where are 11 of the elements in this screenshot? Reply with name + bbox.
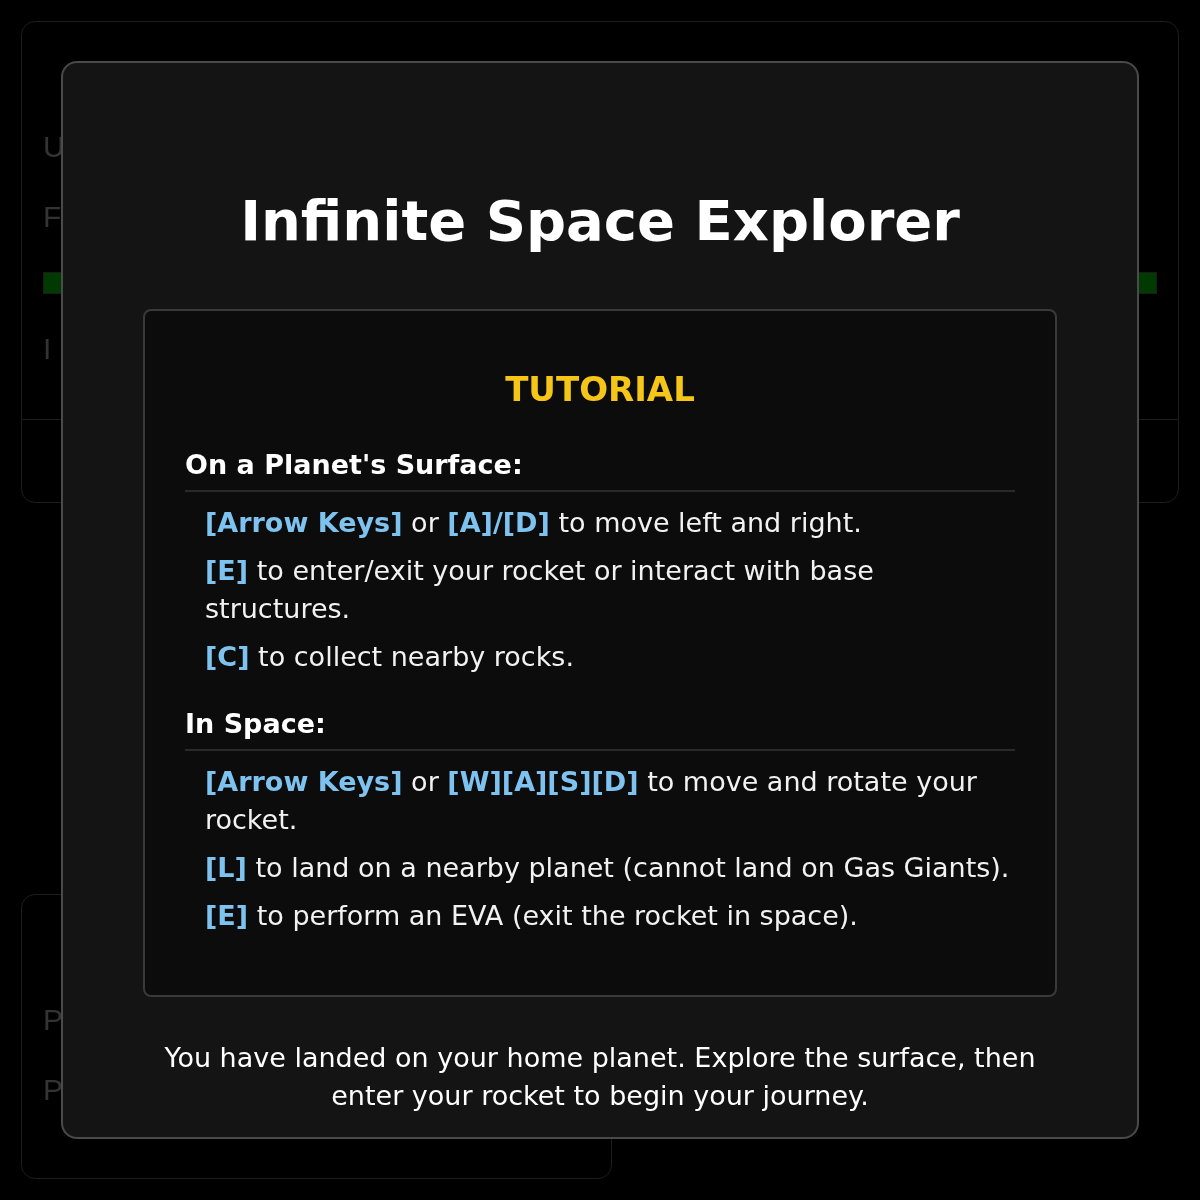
- dialog-title: Infinite Space Explorer: [240, 187, 960, 255]
- control-instruction: [Arrow Keys] or [W][A][S][D] to move and rotate your rocket.: [205, 765, 978, 837]
- control-instruction: [L] to land on a nearby planet (cannot land on Gas Giants).: [205, 851, 1011, 885]
- control-instruction: [C] to collect nearby rocks.: [205, 640, 575, 674]
- control-instruction: [Arrow Keys] or [A]/[D] to move left and right.: [205, 506, 863, 540]
- tutorial-heading: TUTORIAL: [504, 369, 696, 409]
- section-title: In Space:: [185, 708, 1015, 751]
- status-message: You have landed on your home planet. Explore the surface, then enter your rocket to begin your journey.: [163, 1041, 1037, 1113]
- control-instruction: [E] to enter/exit your rocket or interact with base structures.: [205, 554, 875, 626]
- section-title: On a Planet's Surface:: [185, 449, 1015, 492]
- control-instruction: [E] to perform an EVA (exit the rocket in space).: [205, 899, 859, 933]
